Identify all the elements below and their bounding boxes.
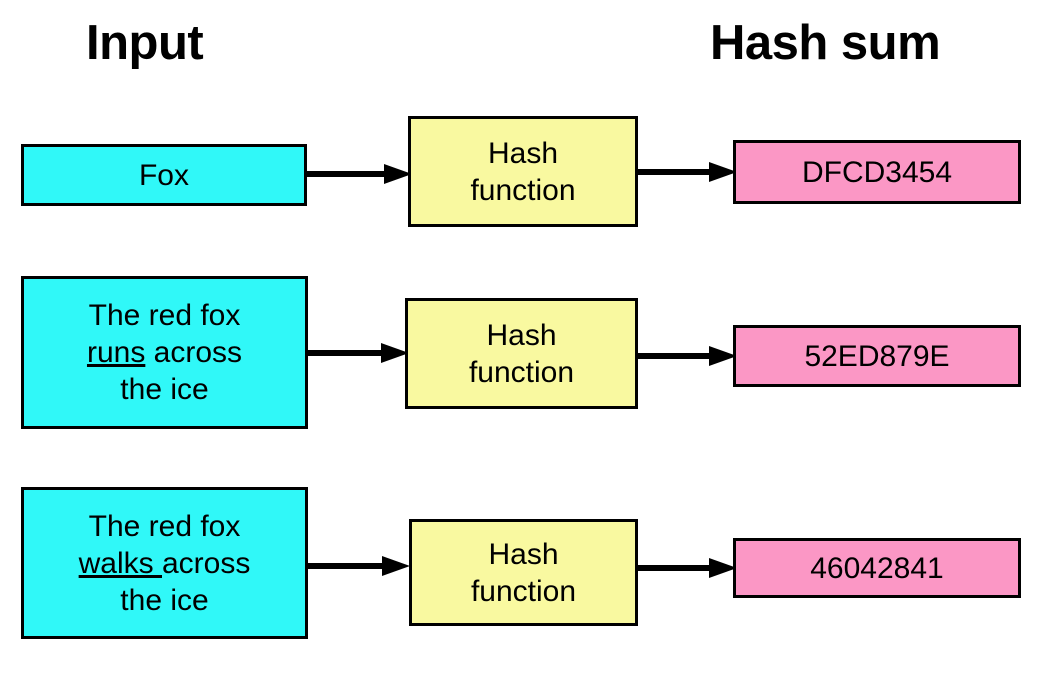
input-text-row-3: The red fox walks across the ice	[73, 508, 257, 619]
hash-function-label-line1: Hash	[488, 537, 559, 571]
hash-function-box-row-1: Hash function	[408, 116, 638, 227]
hash-output-box-row-3: 46042841	[733, 538, 1021, 598]
hash-function-label-line1: Hash	[486, 318, 557, 352]
hash-function-box-row-3: Hash function	[409, 519, 638, 626]
arrow-input-to-function-row-2	[305, 342, 409, 364]
input-box-row-2: The red fox runs across the ice	[21, 276, 308, 429]
column-heading-hash-sum: Hash sum	[710, 16, 941, 70]
input-text-row-3-line1: The red fox	[88, 509, 241, 543]
input-text-row-2: The red fox runs across the ice	[81, 297, 248, 408]
hash-function-label-line1: Hash	[487, 136, 559, 170]
input-emphasis-row-2: runs	[86, 336, 146, 369]
hash-output-box-row-2: 52ED879E	[733, 325, 1021, 387]
arrow-function-to-hash-row-3	[636, 557, 737, 579]
input-text-row-3-rest: across	[162, 546, 251, 580]
hash-function-label-line2: function	[470, 574, 577, 608]
input-text-row-2-line1: The red fox	[88, 299, 241, 332]
hash-function-label-line2: function	[470, 173, 576, 207]
input-text-row-3-line3: the ice	[120, 583, 209, 617]
hash-function-box-row-2: Hash function	[405, 298, 638, 409]
arrow-input-to-function-row-1	[304, 163, 412, 185]
column-heading-input: Input	[86, 16, 204, 70]
input-emphasis-row-3: walks	[78, 546, 162, 580]
hash-function-label-row-2: Hash function	[463, 317, 580, 391]
hash-function-label-row-3: Hash function	[465, 536, 582, 610]
arrow-function-to-hash-row-2	[636, 345, 737, 367]
input-box-row-1: Fox	[21, 144, 307, 206]
arrow-input-to-function-row-3	[305, 555, 410, 577]
arrow-function-to-hash-row-1	[636, 161, 737, 183]
hash-value-row-2: 52ED879E	[804, 339, 950, 373]
diagram-canvas: Input Hash sum Fox Hash function DFCD345…	[0, 0, 1048, 676]
hash-value-row-3: 46042841	[810, 551, 944, 585]
hash-output-box-row-1: DFCD3454	[733, 140, 1021, 204]
hash-value-row-1: DFCD3454	[801, 155, 953, 189]
hash-function-label-line2: function	[468, 355, 575, 389]
input-text-row-2-rest: across	[145, 336, 243, 369]
input-text-row-2-line3: the ice	[120, 373, 209, 406]
hash-function-label-row-1: Hash function	[464, 135, 581, 209]
input-box-row-3: The red fox walks across the ice	[21, 487, 308, 639]
input-text-row-1: Fox	[138, 158, 189, 192]
